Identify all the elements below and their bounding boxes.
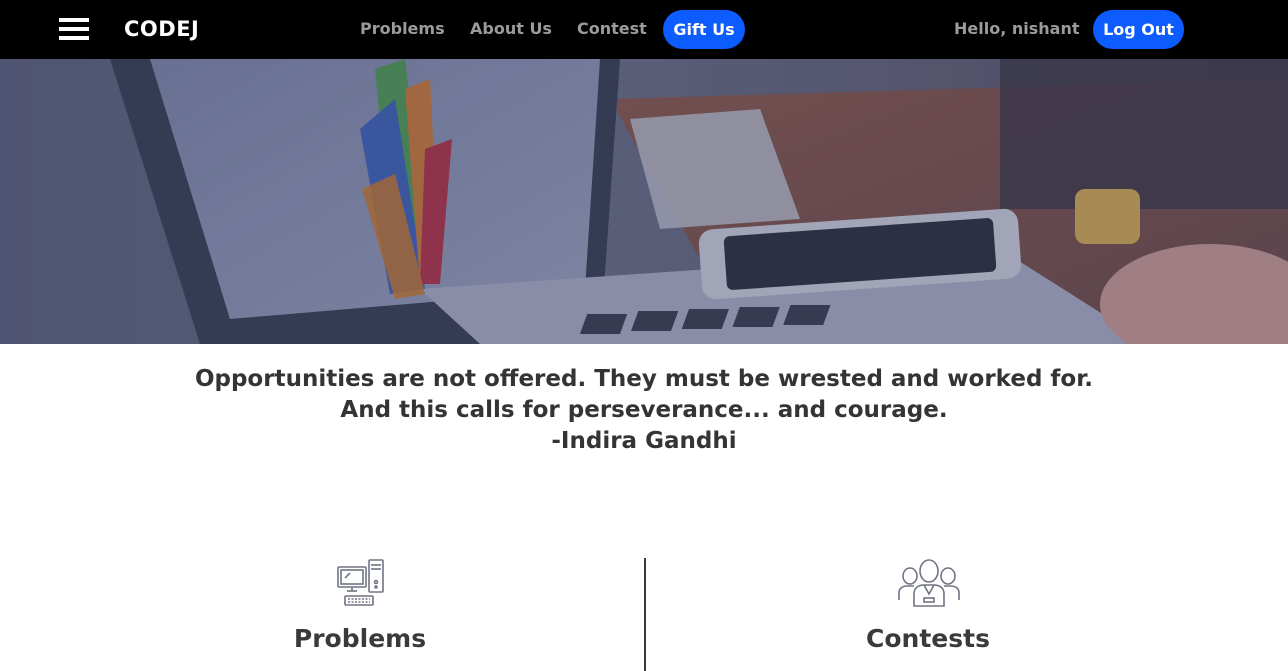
nav-link-contest[interactable]: Contest [577, 19, 647, 39]
quote-line-2: And this calls for perseverance... and c… [340, 397, 948, 423]
problems-section-title[interactable]: Problems [210, 623, 510, 655]
computer-icon[interactable] [336, 558, 386, 608]
gift-us-button[interactable]: Gift Us [663, 10, 745, 49]
quote-author: -Indira Gandhi [551, 428, 737, 454]
nav-link-about-us[interactable]: About Us [470, 19, 552, 39]
user-greeting: Hello, nishant [954, 19, 1080, 38]
brand-logo[interactable]: CODEJ [124, 15, 199, 43]
nav-link-problems[interactable]: Problems [360, 19, 445, 39]
hero-banner-image [0, 59, 1288, 344]
contests-section-title[interactable]: Contests [778, 623, 1078, 655]
top-navbar: CODEJ Problems About Us Contest Gift Us … [0, 0, 1288, 59]
quote-line-1: Opportunities are not offered. They must… [194, 366, 1094, 392]
people-group-icon[interactable] [896, 556, 962, 610]
inspirational-quote: Opportunities are not offered. They must… [0, 364, 1288, 457]
log-out-button[interactable]: Log Out [1093, 10, 1184, 49]
hamburger-menu-icon[interactable] [59, 18, 89, 40]
section-divider [644, 558, 646, 671]
